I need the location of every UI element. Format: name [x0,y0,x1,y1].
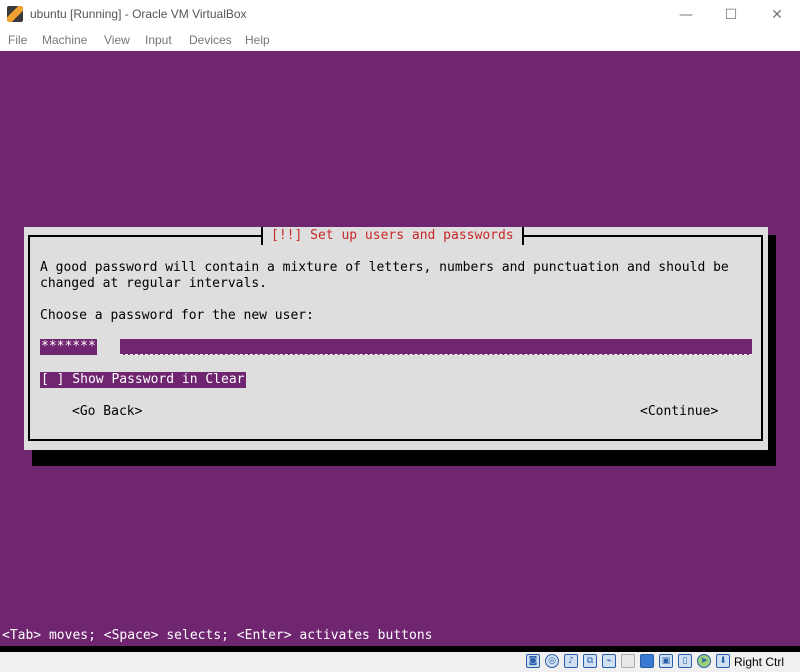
network-icon[interactable]: ⧉ [583,654,597,668]
show-password-checkbox[interactable]: [ ] Show Password in Clear [40,372,246,388]
host-key-label: Right Ctrl [734,655,785,669]
cpu-icon[interactable]: ▯ [678,654,692,668]
help-line: <Tab> moves; <Space> selects; <Enter> ac… [2,628,433,643]
menu-machine[interactable]: Machine [42,33,87,47]
vm-screen[interactable]: [!!] Set up users and passwords A good p… [0,51,800,646]
mouse-integration-icon[interactable]: ⬇ [716,654,730,668]
guest-additions-icon[interactable]: ➤ [697,654,711,668]
usb-icon[interactable]: ⌁ [602,654,616,668]
menu-devices[interactable]: Devices [189,33,232,47]
dialog-shadow-right [768,235,776,466]
virtualbox-icon [7,6,23,22]
dialog-shadow [32,450,776,466]
password-prompt: Choose a password for the new user: [40,308,314,323]
minimize-button[interactable]: — [663,0,709,30]
display-icon[interactable] [640,654,654,668]
description-line-1: A good password will contain a mixture o… [40,260,729,275]
optical-drive-icon[interactable]: ◎ [545,654,559,668]
title-bar: ubuntu [Running] - Oracle VM VirtualBox … [0,0,800,30]
hard-disk-icon[interactable]: ◙ [526,654,540,668]
password-value: ******* [40,339,97,355]
audio-icon[interactable]: ♪ [564,654,578,668]
shared-folders-icon[interactable] [621,654,635,668]
continue-button[interactable]: <Continue> [640,404,718,420]
maximize-button[interactable]: ☐ [708,0,754,30]
menu-file[interactable]: File [8,33,27,47]
status-bar: ◙ ◎ ♪ ⧉ ⌁ ▣ ▯ ➤ ⬇ Right Ctrl [0,652,800,672]
menu-bar: File Machine View Input Devices Help [0,30,800,51]
dialog-title: [!!] Set up users and passwords [261,227,524,245]
close-button[interactable]: ✕ [754,0,800,30]
description-line-2: changed at regular intervals. [40,276,267,291]
menu-view[interactable]: View [104,33,130,47]
menu-input[interactable]: Input [145,33,172,47]
password-input-fill [120,339,752,355]
setup-users-dialog: [!!] Set up users and passwords A good p… [24,227,768,450]
menu-help[interactable]: Help [245,33,270,47]
password-input[interactable]: ******* [40,339,752,355]
video-capture-icon[interactable]: ▣ [659,654,673,668]
go-back-button[interactable]: <Go Back> [72,404,142,420]
window-title: ubuntu [Running] - Oracle VM VirtualBox [30,7,247,21]
